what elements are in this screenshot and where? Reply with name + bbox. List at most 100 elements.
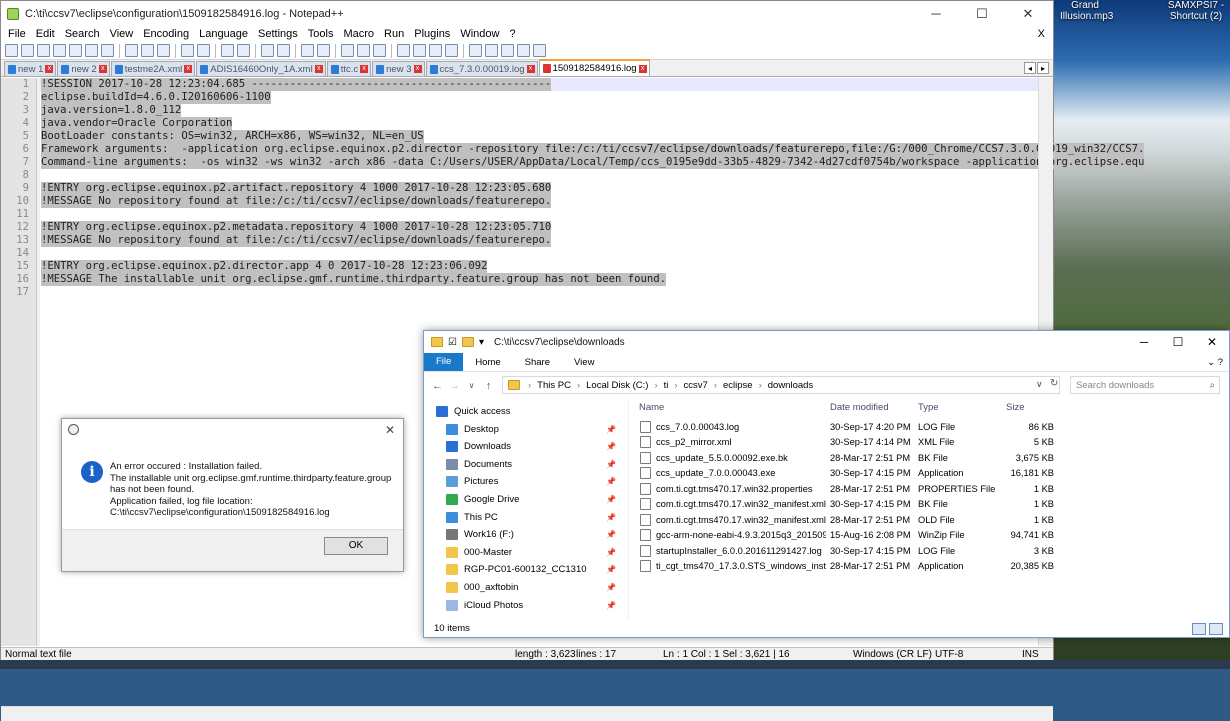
breadcrumb-separator-icon[interactable]: ›	[577, 380, 580, 391]
maximize-button[interactable]: ☐	[959, 1, 1005, 26]
explorer-maximize-button[interactable]: ☐	[1161, 331, 1195, 353]
breadcrumb-item[interactable]: This PC	[537, 380, 571, 391]
notepad-title-bar[interactable]: C:\ti\ccsv7\eclipse\configuration\150918…	[1, 1, 1053, 26]
breadcrumb-separator-icon[interactable]: ›	[654, 380, 657, 391]
menu-item-run[interactable]: Run	[379, 28, 409, 40]
tab-close-icon[interactable]: x	[413, 65, 422, 73]
tab-close-icon[interactable]: x	[98, 65, 107, 73]
back-arrow-icon[interactable]: ←	[429, 380, 446, 392]
print-icon[interactable]	[101, 44, 114, 57]
find-icon[interactable]	[221, 44, 234, 57]
file-row[interactable]: com.ti.cgt.tms470.17.win32.properties 28-…	[634, 481, 1054, 496]
menu-item-tools[interactable]: Tools	[303, 28, 339, 40]
search-box[interactable]: Search downloads ⌕	[1070, 376, 1220, 394]
column-header-name[interactable]: Name	[639, 399, 664, 417]
menu-item-settings[interactable]: Settings	[253, 28, 303, 40]
breadcrumb-separator-icon[interactable]: ›	[528, 380, 531, 391]
ribbon-tab-home[interactable]: Home	[463, 357, 512, 368]
tab-close-icon[interactable]: x	[360, 65, 369, 73]
file-row[interactable]: ccs_p2_mirror.xml 30-Sep-17 4:14 PM XML Fi…	[634, 435, 1054, 450]
close-all-icon[interactable]	[85, 44, 98, 57]
help-icon[interactable]: ⌄ ?	[1201, 357, 1229, 368]
menu-item-edit[interactable]: Edit	[31, 28, 60, 40]
address-bar[interactable]: › This PC › Local Disk (C:) › ti › ccsv7 › eclips…	[502, 376, 1060, 394]
nav-item[interactable]: iCloud Photos 📌	[446, 597, 616, 614]
file-row[interactable]: ccs_update_5.5.0.00092.exe.bk 28-Mar-17 2…	[634, 450, 1054, 465]
explorer-close-button[interactable]: ✕	[1195, 331, 1229, 353]
breadcrumb-item[interactable]: ti	[664, 380, 669, 391]
file-row[interactable]: com.ti.cgt.tms470.17.win32_manifest.xml.…	[634, 497, 1054, 512]
replace-icon[interactable]	[237, 44, 250, 57]
nav-item[interactable]: 000_axftobin 📌	[446, 579, 616, 596]
save-icon[interactable]	[37, 44, 50, 57]
nav-item[interactable]: Work16 (F:) 📌	[446, 526, 616, 543]
nav-item[interactable]: This PC 📌	[446, 509, 616, 526]
tab-close-icon[interactable]: x	[314, 65, 323, 73]
doc-map-icon[interactable]	[397, 44, 410, 57]
menu-item-file[interactable]: File	[3, 28, 31, 40]
tab-scroll-right-button[interactable]: ▸	[1037, 62, 1049, 74]
explorer-title-bar[interactable]: ☑ ▾ C:\ti\ccsv7\eclipse\downloads ─ ☐ ✕	[424, 331, 1229, 353]
function-list-icon[interactable]	[413, 44, 426, 57]
large-icons-view-icon[interactable]	[1209, 623, 1223, 635]
tab-close-icon[interactable]: x	[184, 65, 193, 73]
nav-item[interactable]: Quick access	[436, 403, 616, 420]
zoom-in-icon[interactable]	[261, 44, 274, 57]
record-macro-icon[interactable]	[469, 44, 482, 57]
show-all-chars-icon[interactable]	[357, 44, 370, 57]
nav-item[interactable]: Desktop 📌	[446, 421, 616, 438]
zoom-out-icon[interactable]	[277, 44, 290, 57]
forward-arrow-icon[interactable]: →	[446, 380, 463, 392]
breadcrumb-item[interactable]: eclipse	[723, 380, 753, 391]
document-tab[interactable]: new 3x	[372, 61, 425, 76]
file-row[interactable]: com.ti.cgt.tms470.17.win32_manifest.xml.…	[634, 512, 1054, 527]
save-all-icon[interactable]	[53, 44, 66, 57]
ok-button[interactable]: OK	[324, 537, 388, 555]
details-view-icon[interactable]	[1192, 623, 1206, 635]
redo-icon[interactable]	[197, 44, 210, 57]
open-file-icon[interactable]	[21, 44, 34, 57]
menu-item-search[interactable]: Search	[60, 28, 105, 40]
nav-item[interactable]: Downloads 📌	[446, 438, 616, 455]
column-header-size[interactable]: Size	[1006, 399, 1024, 417]
quick-access-dropdown-icon[interactable]: ▾	[479, 337, 484, 348]
nav-item[interactable]: Pictures 📌	[446, 473, 616, 490]
breadcrumb-item[interactable]: ccsv7	[684, 380, 708, 391]
file-row[interactable]: gcc-arm-none-eabi-4.9.3.2015q3_201509...…	[634, 528, 1054, 543]
nav-item[interactable]: RGP-PC01-600132_CC1310 📌	[446, 561, 616, 578]
file-row[interactable]: ccs_7.0.0.00043.log 30-Sep-17 4:20 PM LOG …	[634, 419, 1054, 434]
desktop-icon-samxpsi7[interactable]: SAMXPSI7 - Shortcut (2)	[1166, 0, 1226, 22]
run-macro-multiple-icon[interactable]	[517, 44, 530, 57]
address-dropdown-icon[interactable]: ∨	[1036, 379, 1043, 390]
menu-item-window[interactable]: Window	[455, 28, 504, 40]
monitor-icon[interactable]	[445, 44, 458, 57]
desktop-icon-grand-illusion[interactable]: Grand Illusion.mp3	[1060, 0, 1113, 22]
tab-scroll-left-button[interactable]: ◂	[1024, 62, 1036, 74]
breadcrumb-separator-icon[interactable]: ›	[674, 380, 677, 391]
up-arrow-icon[interactable]: ↑	[480, 380, 497, 392]
file-row[interactable]: ti_cgt_tms470_17.3.0.STS_windows_install…	[634, 559, 1054, 574]
save-macro-icon[interactable]	[533, 44, 546, 57]
file-row[interactable]: startupInstaller_6.0.0.201611291427.log 3…	[634, 543, 1054, 558]
tab-close-icon[interactable]: x	[638, 64, 647, 73]
new-folder-quick-icon[interactable]	[461, 337, 474, 347]
menu-item-plugins[interactable]: Plugins	[409, 28, 455, 40]
breadcrumb-item[interactable]: downloads	[768, 380, 813, 391]
menu-item-language[interactable]: Language	[194, 28, 253, 40]
properties-quick-icon[interactable]: ☑	[448, 337, 457, 348]
document-tab[interactable]: new 2x	[57, 61, 110, 76]
breadcrumb-item[interactable]: Local Disk (C:)	[586, 380, 648, 391]
explorer-minimize-button[interactable]: ─	[1127, 331, 1161, 353]
close-document-button[interactable]: X	[1033, 28, 1053, 40]
ribbon-tab-file[interactable]: File	[424, 353, 464, 371]
undo-icon[interactable]	[181, 44, 194, 57]
editor-horizontal-scrollbar[interactable]	[1, 706, 1053, 721]
folder-as-workspace-icon[interactable]	[429, 44, 442, 57]
word-wrap-icon[interactable]	[341, 44, 354, 57]
sync-horizontal-icon[interactable]	[317, 44, 330, 57]
ribbon-tab-view[interactable]: View	[562, 357, 606, 368]
new-file-icon[interactable]	[5, 44, 18, 57]
column-header-type[interactable]: Type	[918, 399, 939, 417]
nav-item[interactable]: 000-Master 📌	[446, 544, 616, 561]
document-tab[interactable]: ccs_7.3.0.00019.log x	[425, 61, 538, 76]
